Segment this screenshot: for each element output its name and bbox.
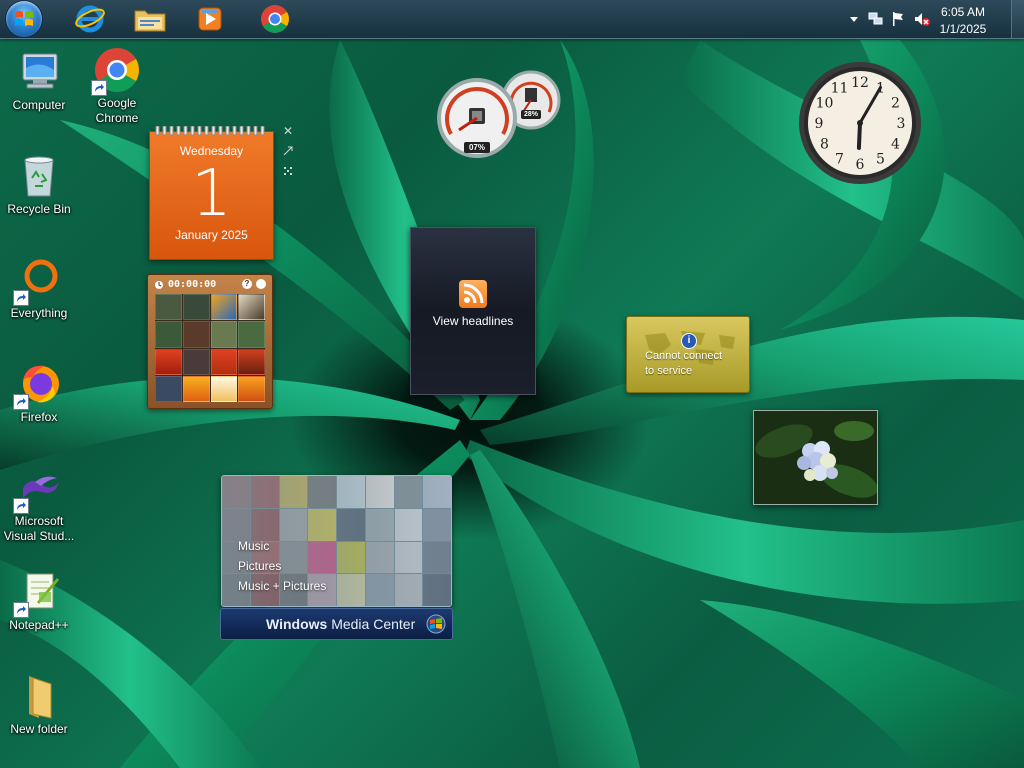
clock-numeral: 12 bbox=[851, 75, 869, 91]
clock-numeral: 10 bbox=[816, 96, 834, 112]
desktop-icon-label: Firefox bbox=[20, 410, 58, 424]
media-center-title-rest: Media Center bbox=[327, 616, 416, 632]
clock-numeral: 3 bbox=[897, 116, 906, 132]
shortcut-arrow-icon bbox=[91, 80, 107, 96]
rss-feed-icon bbox=[459, 280, 487, 308]
recycle-bin-icon bbox=[24, 156, 54, 197]
clock-hour-hand bbox=[856, 121, 862, 150]
media-center-item-music[interactable]: Music bbox=[238, 539, 269, 553]
currency-error-line: Cannot connect bbox=[645, 350, 723, 362]
feed-headlines-gadget[interactable]: View headlines bbox=[410, 227, 536, 395]
taskbar-google-chrome[interactable] bbox=[255, 3, 295, 35]
gadget-resize-icon[interactable] bbox=[281, 145, 295, 159]
action-center-flag-icon[interactable] bbox=[890, 11, 906, 27]
clock-numeral: 9 bbox=[815, 116, 824, 132]
clock-numeral: 4 bbox=[891, 137, 900, 153]
desktop-icon-label: Microsoft Visual Stud... bbox=[3, 514, 75, 543]
desktop-icon-recycle-bin[interactable]: Recycle Bin bbox=[1, 152, 77, 217]
folder-icon bbox=[29, 676, 52, 719]
calendar-month-year: January 2025 bbox=[175, 228, 248, 242]
calendar-day-number: 1 bbox=[191, 157, 232, 231]
analog-clock-face: 121234567891011 bbox=[799, 62, 921, 184]
shortcut-arrow-icon bbox=[13, 602, 29, 618]
puzzle-grid[interactable] bbox=[155, 294, 265, 402]
shortcut-arrow-icon bbox=[13, 394, 29, 410]
computer-icon bbox=[22, 53, 58, 89]
shortcut-arrow-icon bbox=[13, 290, 29, 306]
tray-date[interactable]: 1/1/2025 bbox=[928, 22, 998, 36]
cpu-meter-dials bbox=[437, 70, 561, 158]
taskbar: 6:05 AM 1/1/2025 bbox=[0, 0, 1024, 39]
currency-gadget[interactable]: i Cannot connect to service bbox=[626, 316, 750, 393]
folder-icon bbox=[134, 10, 166, 32]
media-center-launch-bar[interactable]: Windows Media Center bbox=[220, 608, 453, 640]
clock-numeral: 7 bbox=[835, 152, 844, 168]
windows-logo-icon bbox=[15, 11, 33, 26]
clock-numeral: 8 bbox=[820, 137, 829, 153]
gadget-drag-handle-icon[interactable] bbox=[281, 165, 295, 179]
media-center-item-music-pictures[interactable]: Music + Pictures bbox=[238, 579, 326, 593]
desktop-icon-visual-studio[interactable]: Microsoft Visual Stud... bbox=[1, 464, 77, 544]
clock-numeral: 6 bbox=[856, 157, 865, 173]
desktop-icon-label: Computer bbox=[12, 98, 66, 112]
desktop-icon-firefox[interactable]: Firefox bbox=[1, 360, 77, 425]
desktop-icon-everything[interactable]: Everything bbox=[1, 256, 77, 321]
media-center-gadget[interactable]: Music Pictures Music + Pictures bbox=[221, 475, 452, 607]
currency-error-message: Cannot connect to service bbox=[645, 349, 722, 379]
media-center-title: Windows Media Center bbox=[266, 616, 415, 632]
puzzle-timer: 00:00:00 bbox=[168, 279, 217, 290]
clock-numeral: 5 bbox=[876, 152, 885, 168]
slideshow-gadget[interactable] bbox=[753, 410, 878, 505]
gadget-close-icon[interactable]: ✕ bbox=[281, 124, 295, 138]
ie-icon bbox=[75, 5, 105, 33]
taskbar-media-player[interactable] bbox=[190, 3, 230, 35]
show-desktop-button[interactable] bbox=[1011, 0, 1024, 38]
calendar-gadget[interactable]: Wednesday 1 January 2025 bbox=[149, 126, 274, 260]
view-headlines-link[interactable]: View headlines bbox=[411, 314, 535, 328]
shortcut-arrow-icon bbox=[13, 498, 29, 514]
calendar-binding-rings bbox=[155, 126, 265, 136]
puzzle-help-icon[interactable]: ? bbox=[242, 279, 252, 289]
media-center-title-bold: Windows bbox=[266, 616, 328, 632]
currency-error-line: to service bbox=[645, 365, 693, 377]
calendar-day-name: Wednesday bbox=[179, 144, 244, 158]
clock-numeral: 11 bbox=[831, 81, 849, 97]
desktop-icon-label: New folder bbox=[10, 722, 68, 736]
tray-time[interactable]: 6:05 AM bbox=[928, 5, 998, 19]
puzzle-picture-icon[interactable] bbox=[256, 279, 266, 289]
desktop-icon-label: Everything bbox=[10, 306, 68, 320]
info-icon: i bbox=[681, 333, 697, 349]
clock-small-icon bbox=[155, 281, 163, 289]
desktop-icon-label: Notepad++ bbox=[9, 618, 69, 632]
picture-puzzle-gadget[interactable]: 00:00:00 ? bbox=[147, 274, 273, 409]
desktop-icon-new-folder[interactable]: New folder bbox=[1, 672, 77, 737]
show-hidden-icons-chevron-icon[interactable] bbox=[846, 11, 862, 27]
start-button[interactable] bbox=[6, 1, 42, 37]
clock-gadget[interactable]: 121234567891011 bbox=[797, 60, 923, 186]
taskbar-internet-explorer[interactable] bbox=[70, 3, 110, 35]
media-center-item-pictures[interactable]: Pictures bbox=[238, 559, 281, 573]
clock-numeral: 2 bbox=[891, 96, 900, 112]
cpu-meter-gadget[interactable]: 07% 28% bbox=[437, 68, 561, 160]
desktop-icon-google-chrome[interactable]: Google Chrome bbox=[79, 46, 155, 126]
media-player-icon bbox=[198, 7, 222, 31]
memory-chip-icon bbox=[525, 88, 537, 102]
chrome-icon bbox=[261, 5, 289, 33]
desktop-icon-computer[interactable]: Computer bbox=[1, 48, 77, 113]
slideshow-photo-hydrangea bbox=[754, 411, 878, 504]
desktop-icon-label: Google Chrome bbox=[95, 96, 139, 125]
memory-usage-value: 28% bbox=[523, 111, 538, 118]
network-icon[interactable] bbox=[868, 11, 884, 27]
windows-logo-icon bbox=[426, 614, 446, 634]
system-tray: 6:05 AM 1/1/2025 bbox=[840, 0, 1024, 38]
desktop-icon-notepadpp[interactable]: Notepad++ bbox=[1, 568, 77, 633]
taskbar-windows-explorer[interactable] bbox=[130, 3, 170, 35]
desktop-icon-label: Recycle Bin bbox=[7, 202, 71, 216]
cpu-usage-value: 07% bbox=[468, 143, 485, 152]
